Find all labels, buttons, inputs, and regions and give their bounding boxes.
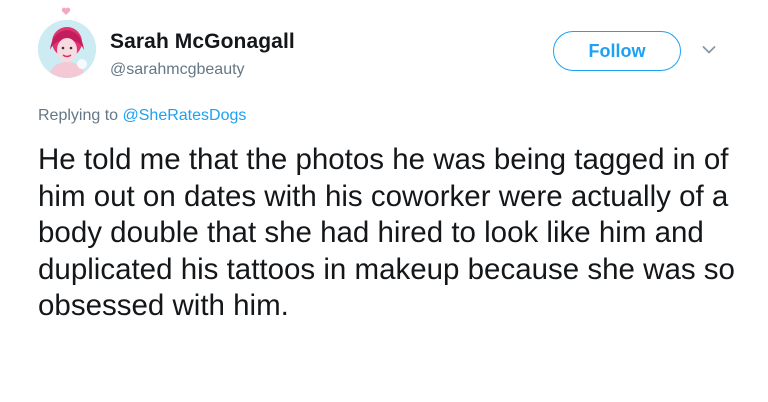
author-display-name[interactable]: Sarah McGonagall [110,30,295,54]
avatar[interactable] [38,20,96,78]
tweet-text: He told me that the photos he was being … [38,143,735,322]
tweet-card: Sarah McGonagall @sarahmcgbeauty Follow … [0,0,768,402]
chevron-down-icon[interactable] [702,45,716,55]
replying-to: Replying to @SheRatesDogs [38,107,246,125]
follow-button[interactable]: Follow [553,31,681,71]
heart-icon [61,7,71,15]
avatar-image [38,20,96,78]
reply-target-link[interactable]: @SheRatesDogs [123,107,247,124]
author-handle[interactable]: @sarahmcgbeauty [110,61,245,79]
replying-to-label: Replying to [38,107,119,124]
